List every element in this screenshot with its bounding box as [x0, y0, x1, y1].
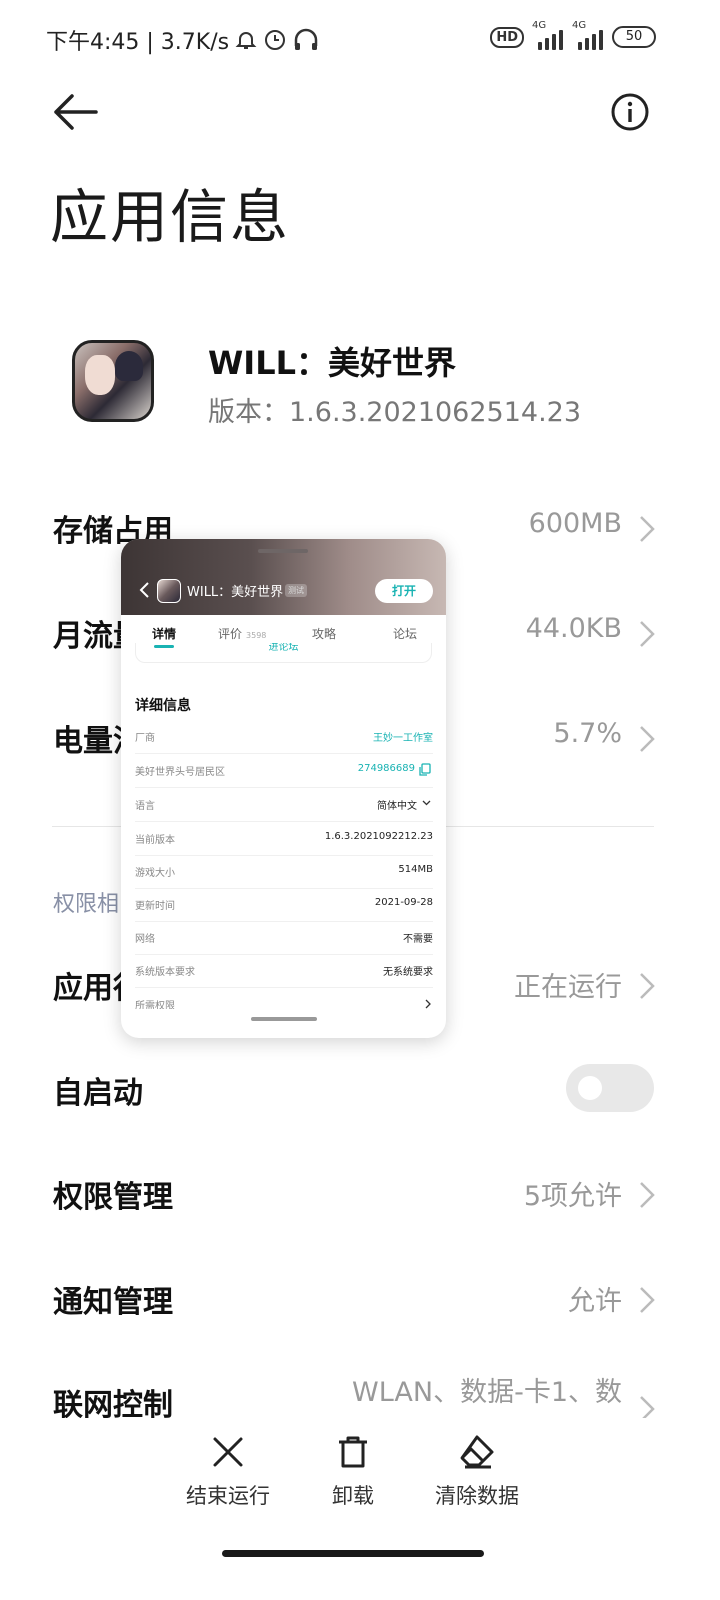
- vendor-link[interactable]: 王妙一工作室: [373, 729, 433, 744]
- detail-key: 更新时间: [135, 901, 175, 912]
- battery-icon: 50: [612, 26, 656, 48]
- chevron-right-icon: [425, 999, 431, 1009]
- permissions-section-title: 权限相: [53, 892, 120, 917]
- tab-guides[interactable]: 攻略: [312, 625, 336, 642]
- floating-window-title: WILL：美好世界: [187, 585, 284, 600]
- detail-row-updated: 更新时间 2021-09-28: [135, 889, 433, 922]
- detail-value: 2021-09-28: [374, 897, 433, 908]
- clear-data-label: 清除数据: [435, 1484, 519, 1508]
- autostart-label: 自启动: [53, 1076, 143, 1111]
- floating-app-icon: [157, 579, 181, 603]
- drag-handle[interactable]: [258, 549, 308, 553]
- app-name: WILL：美好世界: [208, 344, 456, 382]
- status-time-speed: 下午4:45 | 3.7K/s: [46, 30, 230, 55]
- detail-value: 不需要: [403, 934, 433, 945]
- notification-bell-icon: [235, 32, 257, 49]
- app-version: 版本：1.6.3.2021062514.23: [208, 397, 582, 428]
- signal-sim2-icon: 4G: [572, 20, 604, 50]
- network-control-value: WLAN、数据-卡1、数: [352, 1377, 622, 1408]
- trash-icon: [339, 1436, 367, 1468]
- traffic-value: 44.0KB: [525, 613, 622, 644]
- notification-mgmt-row[interactable]: 通知管理 允许: [0, 1259, 720, 1339]
- copy-icon[interactable]: [419, 763, 431, 776]
- status-bar: 下午4:45 | 3.7K/s HD 4G 4G 50: [0, 0, 720, 78]
- home-indicator[interactable]: [222, 1550, 484, 1557]
- autostart-toggle[interactable]: [566, 1064, 654, 1112]
- tab-forum[interactable]: 论坛: [393, 625, 417, 642]
- permission-mgmt-row[interactable]: 权限管理 5项允许: [0, 1154, 720, 1234]
- battery-usage-value: 5.7%: [553, 718, 622, 749]
- detail-key: 所需权限: [135, 1001, 175, 1009]
- chevron-left-icon[interactable]: [137, 581, 151, 599]
- detail-value: 1.6.3.2021092212.23: [324, 831, 433, 842]
- status-right: HD 4G 4G 50: [490, 20, 656, 50]
- detail-row-language[interactable]: 语言 简体中文: [135, 789, 433, 822]
- notification-mgmt-label: 通知管理: [53, 1285, 173, 1320]
- uninstall-label: 卸载: [332, 1484, 374, 1508]
- status-left: 下午4:45 | 3.7K/s: [46, 24, 319, 56]
- running-value: 正在运行: [514, 972, 622, 1003]
- detail-row-network: 网络 不需要: [135, 922, 433, 955]
- permission-mgmt-label: 权限管理: [53, 1180, 173, 1215]
- detail-key: 游戏大小: [135, 868, 175, 879]
- detail-key: 网络: [135, 934, 155, 945]
- chevron-right-icon: [640, 621, 655, 647]
- floating-app-window[interactable]: WILL：美好世界 测试 打开 详情 评价 3598 攻略 论坛 进论坛 详细信息…: [121, 539, 446, 1038]
- arrow-left-icon[interactable]: [52, 90, 100, 134]
- app-icon: [72, 340, 154, 422]
- alarm-clock-icon: [265, 30, 286, 50]
- detail-row-permissions[interactable]: 所需权限: [135, 989, 433, 1009]
- autostart-row: 自启动: [0, 1050, 720, 1130]
- force-stop-label: 结束运行: [186, 1484, 270, 1508]
- clear-data-button[interactable]: 清除数据: [407, 1434, 547, 1510]
- reviews-count: 3598: [246, 631, 267, 640]
- storage-value: 600MB: [528, 508, 622, 539]
- forum-link-card[interactable]: 进论坛: [135, 643, 432, 663]
- headphones-icon: [294, 28, 318, 50]
- hd-voice-icon: HD: [490, 26, 524, 48]
- chevron-right-icon: [640, 973, 655, 999]
- detail-key: 美好世界头号居民区: [135, 767, 225, 778]
- notification-mgmt-value: 允许: [568, 1286, 622, 1317]
- group-number[interactable]: 274986689: [358, 763, 415, 774]
- close-icon: [213, 1437, 243, 1467]
- detail-key: 系统版本要求: [135, 967, 195, 978]
- detail-row-size: 游戏大小 514MB: [135, 856, 433, 889]
- detail-row-system: 系统版本要求 无系统要求: [135, 955, 433, 988]
- language-value: 简体中文: [377, 801, 417, 812]
- bottom-drag-handle[interactable]: [251, 1017, 317, 1021]
- detail-row-version: 当前版本 1.6.3.2021092212.23: [135, 823, 433, 856]
- test-badge: 测试: [285, 584, 307, 597]
- eraser-icon: [460, 1435, 494, 1469]
- page-title: 应用信息: [50, 183, 291, 251]
- chevron-right-icon: [640, 1287, 655, 1313]
- bottom-action-bar: 结束运行 卸载 清除数据: [0, 1418, 720, 1528]
- chevron-right-icon: [640, 1182, 655, 1208]
- tab-details[interactable]: 详情: [152, 625, 176, 642]
- open-button[interactable]: 打开: [375, 579, 433, 603]
- uninstall-button[interactable]: 卸载: [283, 1434, 423, 1510]
- chevron-right-icon: [640, 516, 655, 542]
- detail-key: 当前版本: [135, 835, 175, 846]
- detail-key: 厂商: [135, 733, 155, 744]
- signal-sim1-icon: 4G: [532, 20, 564, 50]
- detail-key: 语言: [135, 801, 155, 812]
- detail-section-title: 详细信息: [135, 698, 191, 714]
- tab-reviews[interactable]: 评价 3598: [218, 625, 266, 642]
- chevron-right-icon: [640, 726, 655, 752]
- detail-value: 无系统要求: [383, 967, 433, 978]
- detail-row-vendor: 厂商 王妙一工作室: [135, 721, 433, 754]
- info-circle-icon[interactable]: [610, 92, 650, 132]
- floating-window-header: WILL：美好世界 测试 打开: [121, 539, 446, 615]
- permission-mgmt-value: 5项允许: [523, 1181, 622, 1212]
- detail-row-group: 美好世界头号居民区 274986689: [135, 755, 433, 788]
- force-stop-button[interactable]: 结束运行: [158, 1434, 298, 1510]
- chevron-down-icon: [422, 800, 431, 806]
- detail-value: 514MB: [398, 864, 433, 875]
